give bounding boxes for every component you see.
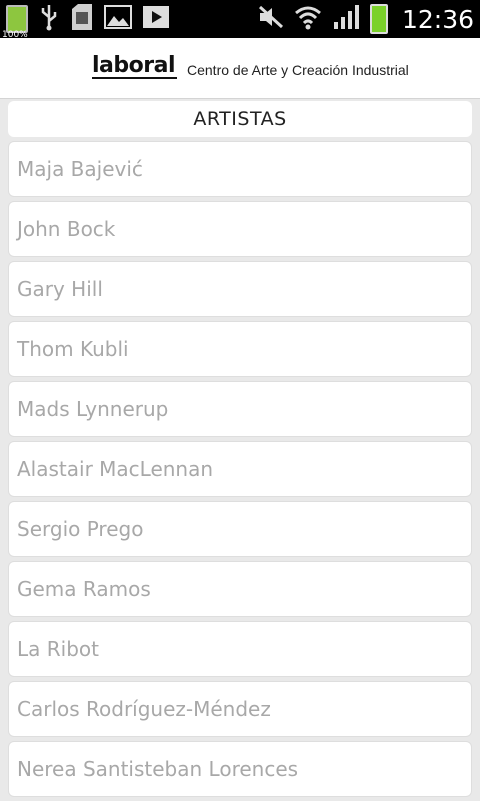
logo-subtitle: Centro de Arte y Creación Industrial [187, 62, 409, 78]
artist-item[interactable]: Mads Lynnerup [8, 381, 472, 437]
status-bar: 100% 12:36 [0, 0, 480, 40]
signal-icon [332, 4, 360, 34]
system-icons: 12:36 [258, 0, 474, 38]
sd-card-icon [70, 3, 94, 35]
clock: 12:36 [401, 4, 474, 34]
artist-item[interactable]: La Ribot [8, 621, 472, 677]
notification-icons: 100% [2, 3, 170, 40]
app-header: laboral Centro de Arte y Creación Indust… [0, 38, 480, 99]
section-title: ARTISTAS [8, 101, 472, 137]
logo-wordmark: laboral [92, 53, 177, 79]
artist-item[interactable]: Gary Hill [8, 261, 472, 317]
artist-list: Maja Bajević John Bock Gary Hill Thom Ku… [8, 141, 472, 797]
artist-item[interactable]: Nerea Santisteban Lorences [8, 741, 472, 797]
main-content: ARTISTAS Maja Bajević John Bock Gary Hil… [8, 101, 472, 801]
artist-item[interactable]: Sergio Prego [8, 501, 472, 557]
picture-icon [104, 5, 132, 33]
battery-icon [369, 4, 388, 34]
usb-icon [38, 3, 60, 35]
artist-item[interactable]: Alastair MacLennan [8, 441, 472, 497]
wifi-icon [294, 4, 322, 34]
laboral-logo: laboral Centro de Arte y Creación Indust… [92, 53, 409, 79]
mute-icon [258, 5, 284, 33]
artist-item[interactable]: Thom Kubli [8, 321, 472, 377]
artist-item[interactable]: John Bock [8, 201, 472, 257]
artist-item[interactable]: Carlos Rodríguez-Méndez [8, 681, 472, 737]
artist-item[interactable]: Maja Bajević [8, 141, 472, 197]
battery-notification-icon: 100% [2, 5, 28, 40]
artist-item[interactable]: Gema Ramos [8, 561, 472, 617]
play-icon [142, 5, 170, 33]
